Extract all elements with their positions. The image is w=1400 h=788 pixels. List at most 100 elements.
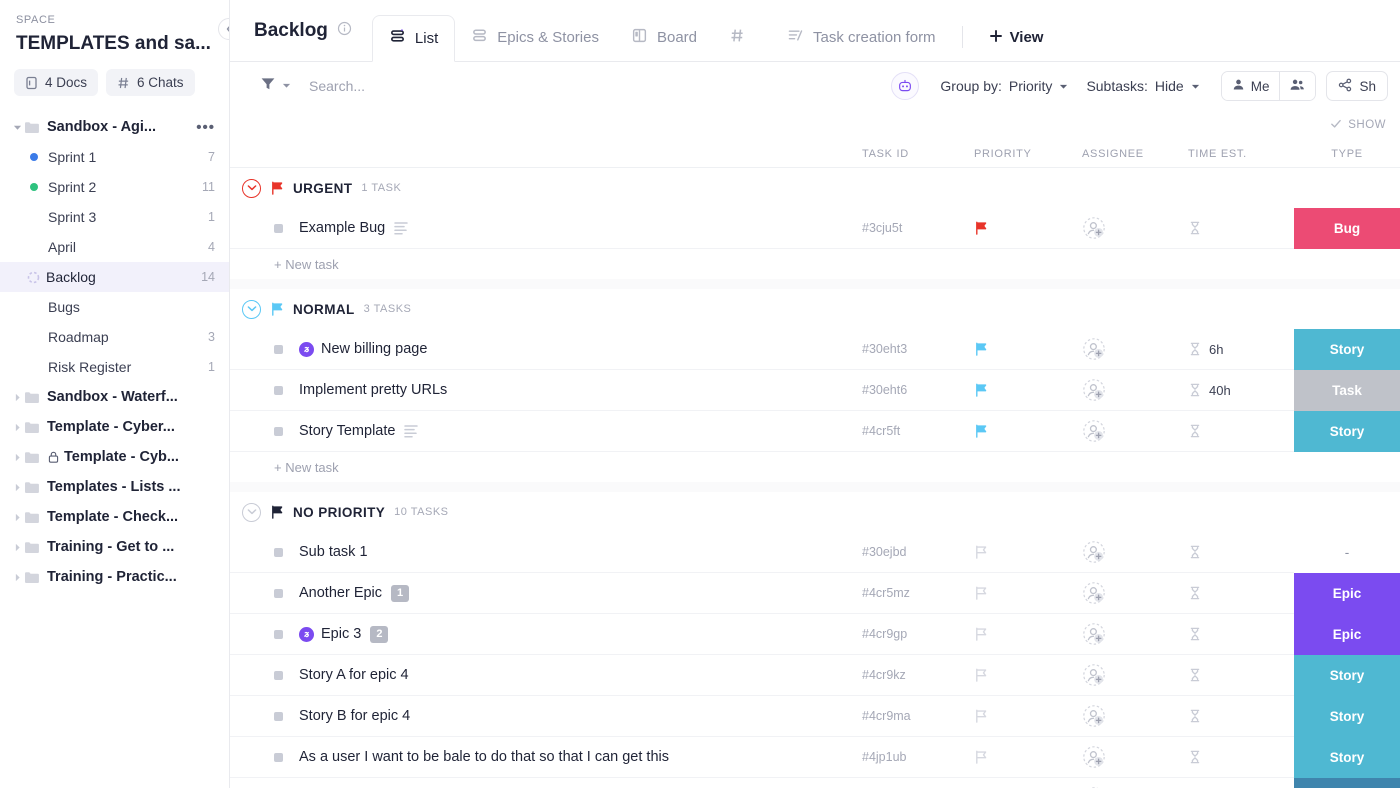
drag-handle[interactable] [274, 671, 283, 680]
show-toggle[interactable]: SHOW [1330, 118, 1386, 133]
chevron-down-icon[interactable] [10, 123, 24, 132]
sidebar-item-roadmap[interactable]: Roadmap3 [0, 322, 229, 352]
drag-handle[interactable] [274, 345, 283, 354]
task-assignee-cell[interactable] [1082, 622, 1188, 646]
filter-button[interactable] [254, 72, 297, 101]
space-title[interactable]: TEMPLATES and sa... [0, 33, 229, 55]
col-priority[interactable]: PRIORITY [974, 148, 1082, 160]
task-type-badge[interactable]: Story [1294, 411, 1400, 452]
task-type-badge[interactable]: - [1294, 532, 1400, 573]
table-row[interactable]: New billing page#30eht36hStory [230, 329, 1400, 370]
tab-hash-view[interactable] [713, 14, 771, 61]
sidebar-folder-2[interactable]: Template - Cyb... [0, 442, 229, 472]
task-assignee-cell[interactable] [1082, 337, 1188, 361]
task-assignee-cell[interactable] [1082, 663, 1188, 687]
task-assignee-cell[interactable] [1082, 745, 1188, 769]
new-task-button[interactable]: + New task [230, 249, 1400, 279]
sidebar-item-risk-register[interactable]: Risk Register1 [0, 352, 229, 382]
sidebar-folder-0[interactable]: Sandbox - Waterf... [0, 382, 229, 412]
task-type-badge[interactable]: Bug [1294, 208, 1400, 249]
chevron-right-icon[interactable] [10, 453, 24, 462]
drag-handle[interactable] [274, 753, 283, 762]
group-collapse-toggle[interactable] [242, 503, 261, 522]
group-collapse-toggle[interactable] [242, 179, 261, 198]
task-type-badge[interactable]: Story [1294, 737, 1400, 778]
table-row[interactable]: Story A for epic 4#4cr9kzStory [230, 655, 1400, 696]
task-assignee-cell[interactable] [1082, 704, 1188, 728]
table-row[interactable]: Example Bug#3cju5tBug [230, 208, 1400, 249]
drag-handle[interactable] [274, 548, 283, 557]
col-type[interactable]: TYPE [1294, 148, 1400, 160]
task-priority-cell[interactable] [974, 586, 1082, 601]
drag-handle[interactable] [274, 630, 283, 639]
task-priority-cell[interactable] [974, 545, 1082, 560]
task-assignee-cell[interactable] [1082, 216, 1188, 240]
add-view-button[interactable]: View [973, 14, 1060, 61]
task-type-badge[interactable]: Epic [1294, 614, 1400, 655]
tab-board[interactable]: Board [615, 14, 713, 61]
search-input[interactable] [309, 78, 569, 94]
col-task-id[interactable]: TASK ID [862, 148, 974, 160]
drag-handle[interactable] [274, 589, 283, 598]
sidebar-folder-1[interactable]: Template - Cyber... [0, 412, 229, 442]
table-row[interactable]: Implement pretty URLs#30eht640hTask [230, 370, 1400, 411]
tab-epics-stories[interactable]: Epics & Stories [455, 14, 615, 61]
task-type-badge[interactable]: Investigation [1294, 778, 1400, 788]
drag-handle[interactable] [274, 386, 283, 395]
sidebar-folder-4[interactable]: Template - Check... [0, 502, 229, 532]
task-time-est-cell[interactable] [1188, 627, 1294, 641]
info-icon[interactable] [337, 20, 352, 42]
task-time-est-cell[interactable]: 6h [1188, 342, 1294, 357]
table-row[interactable]: Another Epic1#4cr5mzEpic [230, 573, 1400, 614]
ai-assistant-button[interactable] [891, 72, 919, 100]
task-time-est-cell[interactable] [1188, 545, 1294, 559]
chevron-right-icon[interactable] [10, 543, 24, 552]
sidebar-folder-6[interactable]: Training - Practic... [0, 562, 229, 592]
folder-more-icon[interactable]: ••• [192, 119, 215, 136]
chevron-right-icon[interactable] [10, 483, 24, 492]
task-assignee-cell[interactable] [1082, 419, 1188, 443]
share-button[interactable]: Sh [1326, 71, 1388, 101]
col-assignee[interactable]: ASSIGNEE [1082, 148, 1188, 160]
chevron-right-icon[interactable] [10, 423, 24, 432]
task-time-est-cell[interactable]: 40h [1188, 383, 1294, 398]
filter-everyone-button[interactable] [1279, 72, 1315, 100]
col-time-est[interactable]: TIME EST. [1188, 148, 1294, 160]
table-row[interactable]: Cool feature we need to estimate#4jp3cdI… [230, 778, 1400, 788]
sidebar-folder-sandbox-agile[interactable]: Sandbox - Agi... ••• [0, 112, 229, 142]
sidebar-item-sprint-1[interactable]: Sprint 17 [0, 142, 229, 172]
sidebar-item-bugs[interactable]: Bugs [0, 292, 229, 322]
chevron-right-icon[interactable] [10, 393, 24, 402]
task-type-badge[interactable]: Epic [1294, 573, 1400, 614]
table-row[interactable]: Epic 32#4cr9gpEpic [230, 614, 1400, 655]
tab-task-creation-form[interactable]: Task creation form [771, 14, 952, 61]
group-by-control[interactable]: Group by: Priority [931, 73, 1077, 99]
new-task-button[interactable]: + New task [230, 452, 1400, 482]
task-assignee-cell[interactable] [1082, 581, 1188, 605]
task-type-badge[interactable]: Story [1294, 696, 1400, 737]
task-time-est-cell[interactable] [1188, 424, 1294, 438]
table-row[interactable]: Story Template#4cr5ftStory [230, 411, 1400, 452]
task-priority-cell[interactable] [974, 424, 1082, 439]
sidebar-folder-3[interactable]: Templates - Lists ... [0, 472, 229, 502]
task-assignee-cell[interactable] [1082, 540, 1188, 564]
task-priority-cell[interactable] [974, 221, 1082, 236]
task-type-badge[interactable]: Story [1294, 655, 1400, 696]
tab-list[interactable]: List [372, 15, 455, 62]
task-priority-cell[interactable] [974, 668, 1082, 683]
subtasks-control[interactable]: Subtasks: Hide [1077, 73, 1208, 99]
task-time-est-cell[interactable] [1188, 709, 1294, 723]
table-row[interactable]: As a user I want to be bale to do that s… [230, 737, 1400, 778]
group-collapse-toggle[interactable] [242, 300, 261, 319]
task-priority-cell[interactable] [974, 709, 1082, 724]
sidebar-item-april[interactable]: April4 [0, 232, 229, 262]
drag-handle[interactable] [274, 427, 283, 436]
task-time-est-cell[interactable] [1188, 586, 1294, 600]
filter-me-button[interactable]: Me [1222, 72, 1280, 100]
chevron-right-icon[interactable] [10, 573, 24, 582]
chats-chip[interactable]: 6 Chats [106, 69, 195, 96]
task-type-badge[interactable]: Task [1294, 370, 1400, 411]
task-assignee-cell[interactable] [1082, 378, 1188, 402]
sidebar-item-sprint-3[interactable]: Sprint 31 [0, 202, 229, 232]
sidebar-folder-5[interactable]: Training - Get to ... [0, 532, 229, 562]
